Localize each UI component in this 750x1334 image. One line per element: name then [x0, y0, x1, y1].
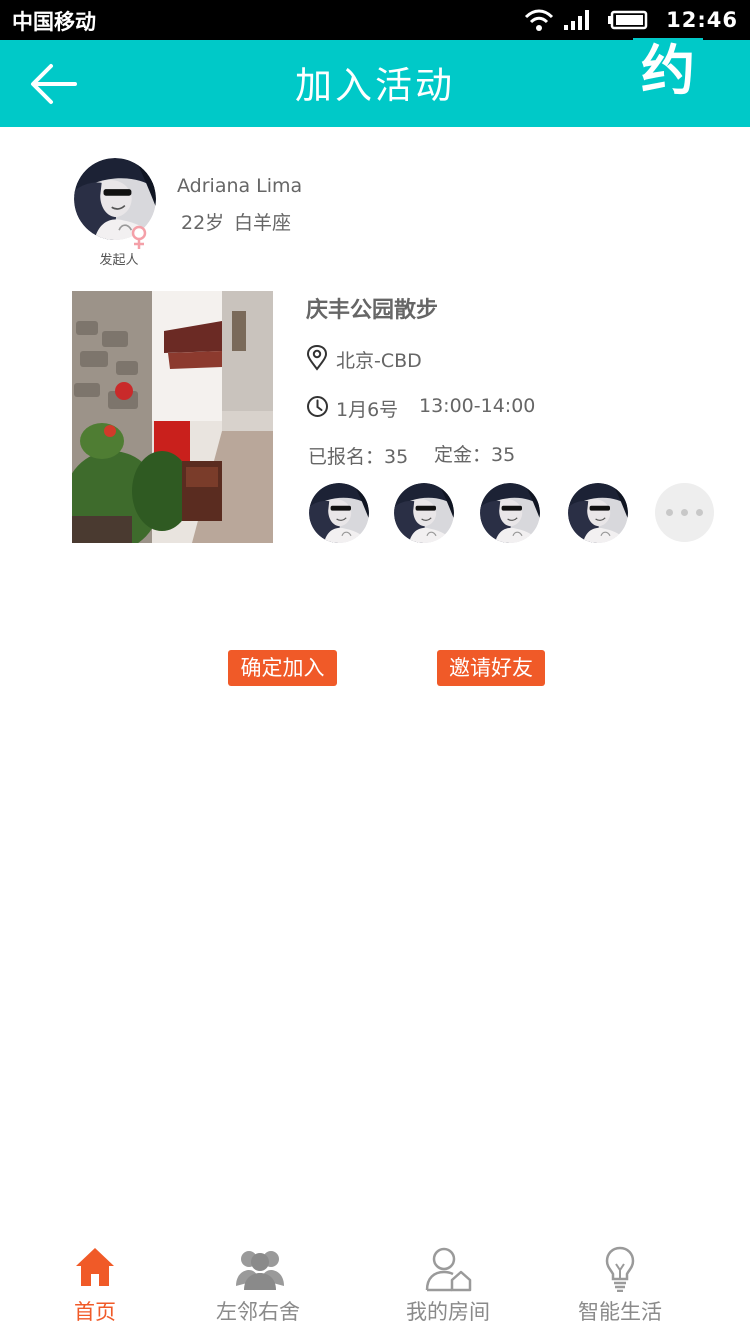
battery-icon: [608, 10, 648, 30]
activity-title: 庆丰公园散步: [306, 298, 439, 323]
location-pin-icon: [306, 345, 328, 371]
invite-friends-button[interactable]: 邀请好友: [437, 650, 545, 686]
participant-avatar[interactable]: [309, 483, 369, 543]
participant-avatar[interactable]: [394, 483, 454, 543]
tab-neighbors[interactable]: 左邻右舍: [198, 1240, 318, 1334]
signal-icon: [564, 10, 590, 30]
home-icon: [76, 1248, 114, 1286]
activity-location: 北京-CBD: [336, 350, 422, 372]
status-icons: 12:46: [524, 0, 738, 40]
status-time: 12:46: [666, 8, 738, 32]
participant-avatar[interactable]: [568, 483, 628, 543]
my-room-icon: [425, 1247, 472, 1292]
activity-photo[interactable]: [72, 291, 273, 543]
smart-life-icon: [605, 1246, 635, 1292]
tab-label: 左邻右舍: [216, 1300, 300, 1324]
ellipsis-icon: [666, 509, 673, 516]
status-bar: 中国移动 12:46: [0, 0, 750, 40]
activity-date: 1月6号: [336, 399, 399, 421]
neighbors-icon: [236, 1251, 284, 1290]
tab-label: 我的房间: [406, 1300, 490, 1324]
more-participants-button[interactable]: [655, 483, 714, 542]
deposit-amount: 定金：35: [434, 444, 516, 466]
initiator-zodiac: 白羊座: [234, 212, 292, 234]
activity-time: 13:00-14:00: [419, 395, 536, 417]
tab-my-room[interactable]: 我的房间: [388, 1240, 508, 1334]
clock-icon: [307, 396, 328, 417]
female-icon: [131, 225, 147, 249]
initiator-age: 22岁: [181, 212, 225, 234]
wifi-icon: [525, 9, 554, 31]
initiator-role-label: 发起人: [99, 253, 139, 268]
signup-count: 已报名：35: [308, 446, 409, 468]
tab-smart-life[interactable]: 智能生活: [562, 1240, 678, 1334]
carrier-name: 中国移动: [12, 10, 96, 34]
yue-badge: 约: [633, 38, 703, 106]
participant-avatar[interactable]: [480, 483, 540, 543]
tab-label: 智能生活: [578, 1300, 662, 1324]
initiator-name: Adriana Lima: [177, 175, 303, 197]
tab-label: 首页: [74, 1300, 116, 1324]
tab-home[interactable]: 首页: [36, 1240, 154, 1334]
confirm-join-button[interactable]: 确定加入: [228, 650, 337, 686]
